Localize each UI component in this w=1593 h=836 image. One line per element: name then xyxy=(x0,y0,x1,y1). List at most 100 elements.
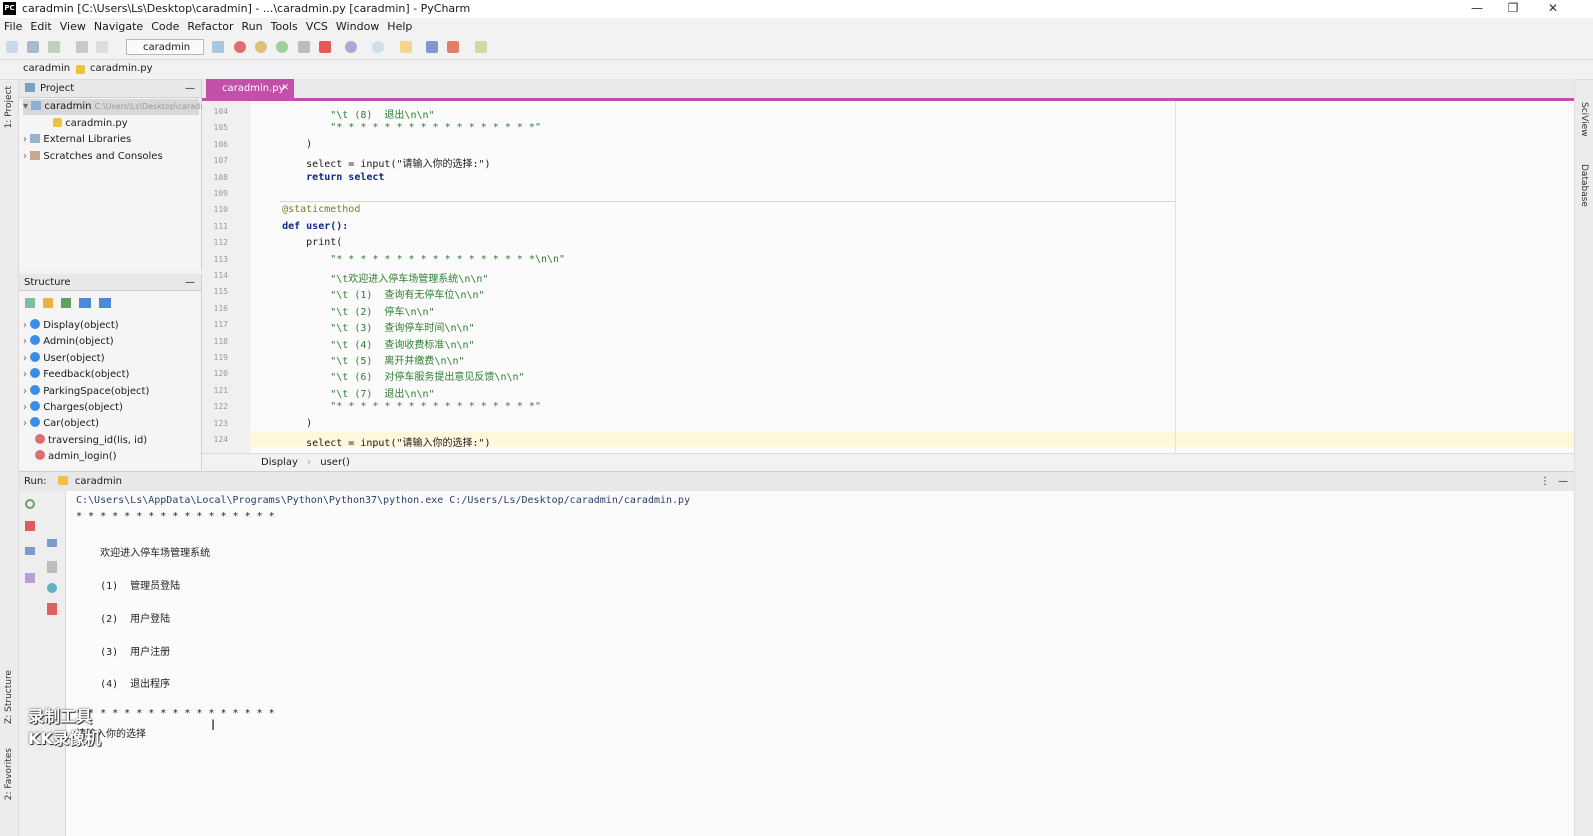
line-number: 110 xyxy=(213,205,228,215)
breadcrumb-class[interactable]: Display xyxy=(261,457,298,468)
close-button[interactable]: ✕ xyxy=(1536,0,1570,18)
debug-icon[interactable] xyxy=(234,41,246,53)
menu-refactor[interactable]: Refactor xyxy=(183,18,237,36)
tree-root[interactable]: ▾ caradmin C:\Users\Ls\Desktop\caradmin xyxy=(23,99,215,115)
tree-external-libraries[interactable]: › External Libraries xyxy=(23,132,131,148)
database-tool-tab[interactable]: Database xyxy=(1579,164,1589,207)
breadcrumb-method[interactable]: user() xyxy=(320,457,350,468)
run-config-select[interactable]: caradmin xyxy=(126,39,204,55)
vcs-update-icon[interactable] xyxy=(426,41,438,53)
menu-code[interactable]: Code xyxy=(147,18,183,36)
code-line: "\t欢迎进入停车场管理系统\n\n" xyxy=(258,274,489,285)
structure-item[interactable]: › Feedback(object) xyxy=(23,367,129,383)
structure-item[interactable]: › User(object) xyxy=(23,351,105,367)
structure-item[interactable]: › Car(object) xyxy=(23,416,99,432)
tag-icon[interactable] xyxy=(61,298,71,308)
line-number: 116 xyxy=(213,303,228,313)
class-icon xyxy=(30,319,41,329)
favorites-tool-tab[interactable]: 2: Favorites xyxy=(4,748,14,800)
filter-icon[interactable] xyxy=(43,298,53,308)
code-line: "\t (6) 对停车服务提出意见反馈\n\n" xyxy=(258,372,525,384)
tab-caradmin-py[interactable]: caradmin.py ✕ xyxy=(206,79,294,98)
hide-panel-icon[interactable]: — xyxy=(1558,472,1568,491)
project-panel-title[interactable]: Project xyxy=(40,83,74,94)
python-file-icon xyxy=(53,118,62,127)
menu-vcs[interactable]: VCS xyxy=(302,18,332,36)
structure-panel-title[interactable]: Structure xyxy=(24,277,71,288)
hide-panel-icon[interactable]: — xyxy=(185,274,195,291)
run-icon[interactable] xyxy=(212,41,224,53)
run-config-tab[interactable]: caradmin xyxy=(75,476,122,487)
profile-icon[interactable] xyxy=(276,41,288,53)
options-icon[interactable]: ⋮ xyxy=(1540,472,1550,491)
nav-project[interactable]: caradmin xyxy=(23,63,70,74)
pin-icon[interactable] xyxy=(25,573,35,583)
project-panel: Project — ▾ caradmin C:\Users\Ls\Desktop… xyxy=(19,80,215,270)
menu-window[interactable]: Window xyxy=(332,18,383,36)
scroll-end-icon[interactable] xyxy=(47,561,57,573)
folder-icon xyxy=(31,101,42,110)
structure-item[interactable]: › ParkingSpace(object) xyxy=(23,384,149,400)
project-tool-tab[interactable]: 1: Project xyxy=(4,86,14,128)
code-line: "* * * * * * * * * * * * * * * * *" xyxy=(258,122,541,134)
line-number: 107 xyxy=(213,156,228,166)
sync-icon[interactable] xyxy=(48,41,60,53)
menu-file[interactable]: File xyxy=(0,18,26,36)
forward-icon[interactable] xyxy=(96,41,108,53)
coverage-icon[interactable] xyxy=(255,41,267,53)
soft-wrap-icon[interactable] xyxy=(47,539,57,547)
menu-tools[interactable]: Tools xyxy=(267,18,302,36)
structure-item[interactable]: admin_login() xyxy=(35,449,117,465)
vcs-commit-icon[interactable] xyxy=(447,41,459,53)
tree-file[interactable]: caradmin.py xyxy=(53,116,128,132)
stop-icon[interactable] xyxy=(319,41,331,53)
structure-tool-tab[interactable]: Z: Structure xyxy=(4,670,14,724)
code-line: @staticmethod xyxy=(258,204,361,216)
back-icon[interactable] xyxy=(76,41,88,53)
hide-panel-icon[interactable]: — xyxy=(185,80,195,97)
structure-item[interactable]: traversing_id(lis, id) xyxy=(35,433,147,449)
minimize-button[interactable]: — xyxy=(1460,0,1494,18)
line-number: 122 xyxy=(213,402,228,412)
menu-navigate[interactable]: Navigate xyxy=(90,18,147,36)
console-line: (4) 退出程序 xyxy=(76,679,171,691)
menu-edit[interactable]: Edit xyxy=(26,18,55,36)
run-console[interactable] xyxy=(66,491,1574,836)
expand-icon[interactable] xyxy=(79,298,91,308)
line-number: 121 xyxy=(213,385,228,395)
menu-run[interactable]: Run xyxy=(238,18,267,36)
structure-item[interactable]: › Display(object) xyxy=(23,318,119,334)
open-icon[interactable] xyxy=(6,41,18,53)
structure-item[interactable]: › Charges(object) xyxy=(23,400,123,416)
sort-icon[interactable] xyxy=(25,298,35,308)
window-title: caradmin [C:\Users\Ls\Desktop\caradmin] … xyxy=(22,2,471,15)
close-tab-icon[interactable]: ✕ xyxy=(281,79,289,98)
code-line: return select xyxy=(258,171,385,183)
tree-scratches[interactable]: › Scratches and Consoles xyxy=(23,149,163,165)
code-line: ) xyxy=(258,138,313,150)
collapse-icon[interactable] xyxy=(99,298,111,308)
sciview-tool-tab[interactable]: SciView xyxy=(1579,102,1589,137)
search-icon[interactable] xyxy=(372,41,384,53)
layout-icon[interactable] xyxy=(25,547,35,555)
nav-file[interactable]: caradmin.py xyxy=(90,63,153,74)
code-line: "\t (4) 查询收费标准\n\n" xyxy=(258,339,475,351)
print-icon[interactable] xyxy=(47,583,57,593)
menu-help[interactable]: Help xyxy=(383,18,416,36)
class-icon xyxy=(30,401,41,411)
structure-item[interactable]: › Admin(object) xyxy=(23,334,114,350)
settings-gear-icon[interactable] xyxy=(345,41,357,53)
rerun-icon[interactable] xyxy=(25,499,35,509)
folder-icon[interactable] xyxy=(400,41,412,53)
terminal-icon[interactable] xyxy=(475,41,487,53)
maximize-button[interactable]: ❐ xyxy=(1496,0,1530,18)
concurrency-icon[interactable] xyxy=(298,41,310,53)
stop-icon[interactable] xyxy=(25,521,35,531)
line-number: 124 xyxy=(213,435,228,444)
clear-trash-icon[interactable] xyxy=(47,603,57,615)
code-line: "\t (7) 退出\n\n" xyxy=(258,388,435,400)
menu-view[interactable]: View xyxy=(56,18,90,36)
line-number: 109 xyxy=(213,189,228,198)
recorder-watermark: 录制工具 KK录像机 xyxy=(28,707,101,748)
save-icon[interactable] xyxy=(27,41,39,53)
